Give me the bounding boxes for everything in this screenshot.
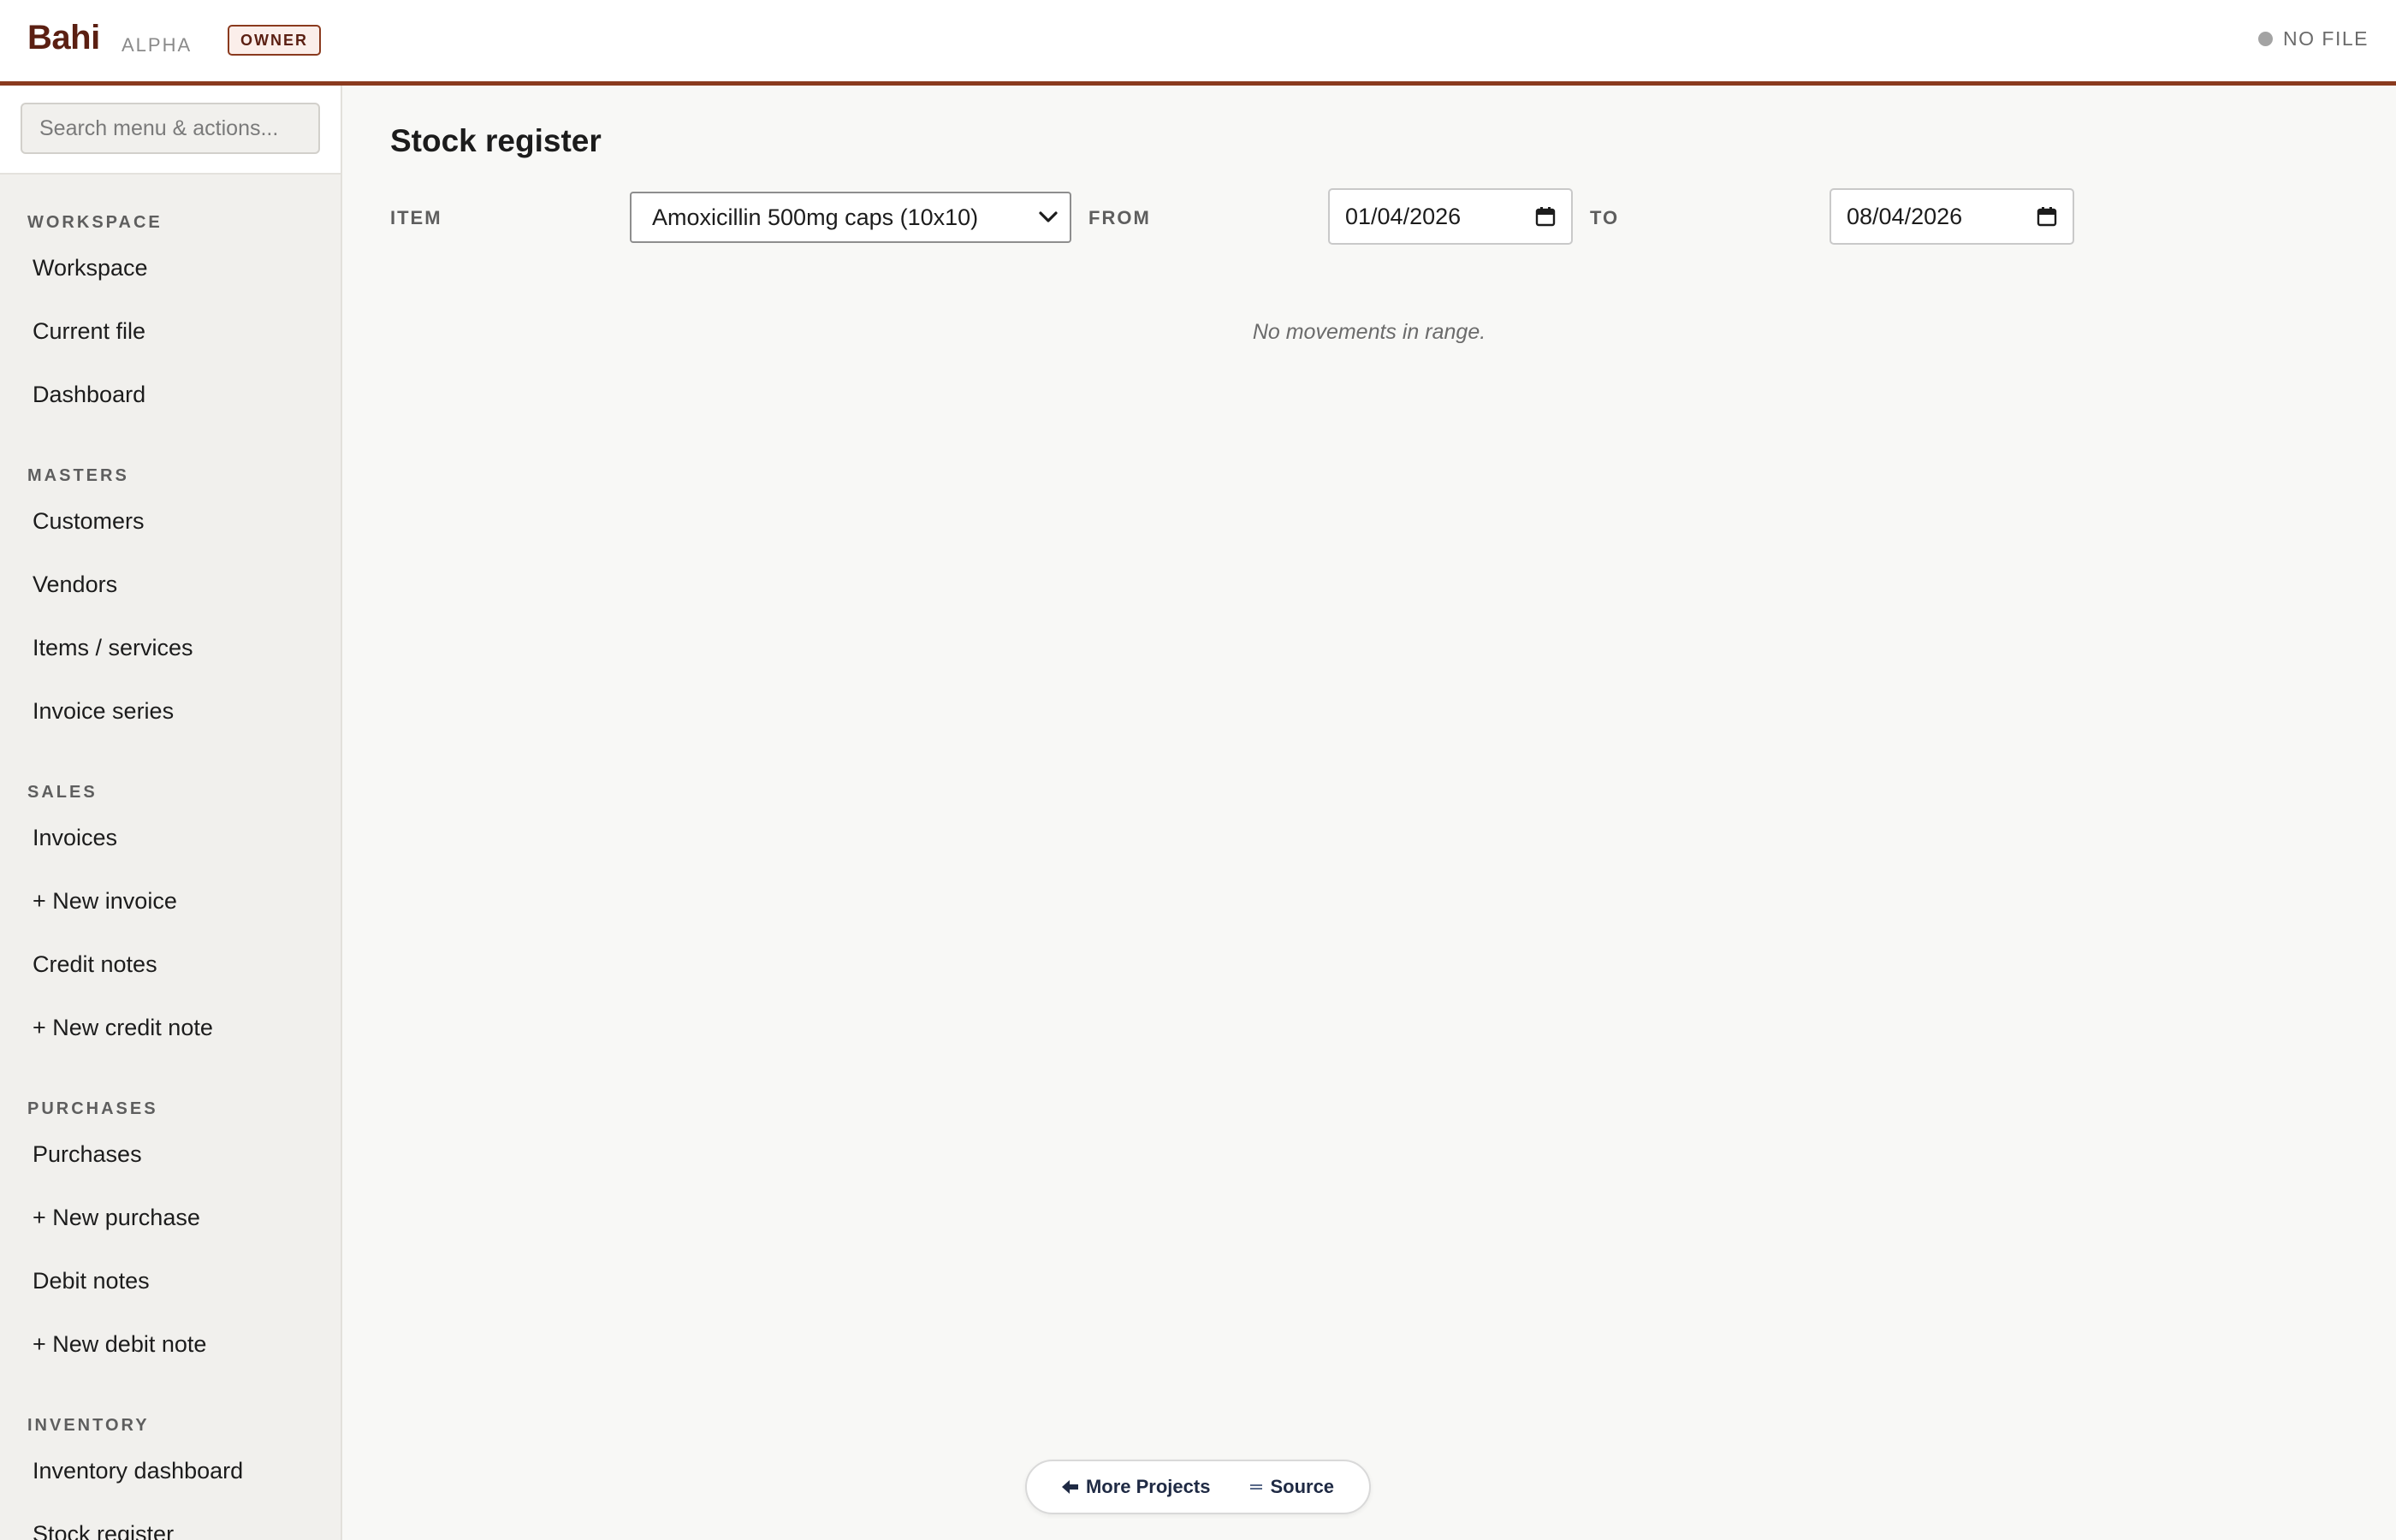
sidebar-item-workspace[interactable]: Workspace <box>0 236 341 299</box>
nav-section-inventory: INVENTORY <box>27 1416 150 1435</box>
status-dot-icon <box>2258 32 2274 46</box>
sidebar-item-new-credit-note[interactable]: + New credit note <box>0 996 341 1059</box>
item-filter-label: ITEM <box>390 207 442 228</box>
sidebar-item-vendors[interactable]: Vendors <box>0 553 341 616</box>
sidebar-item-debit-notes[interactable]: Debit notes <box>0 1249 341 1312</box>
sidebar-item-new-purchase[interactable]: + New purchase <box>0 1186 341 1249</box>
from-date-input[interactable]: 01/04/2026 <box>1328 188 1573 245</box>
sidebar-item-purchases[interactable]: Purchases <box>0 1122 341 1186</box>
sidebar-item-new-debit-note[interactable]: + New debit note <box>0 1312 341 1376</box>
nav-section-masters: MASTERS <box>27 466 129 485</box>
source-label: Source <box>1270 1476 1335 1497</box>
item-select-value: Amoxicillin 500mg caps (10x10) <box>652 204 979 230</box>
empty-state-message: No movements in range. <box>1252 320 1486 344</box>
footer-links: More Projects Source <box>1025 1460 1371 1514</box>
file-status-label: NO FILE <box>2283 27 2369 50</box>
sidebar-item-current-file[interactable]: Current file <box>0 299 341 363</box>
sidebar-item-stock-register[interactable]: Stock register <box>0 1502 341 1540</box>
sidebar-item-invoice-series[interactable]: Invoice series <box>0 679 341 743</box>
sidebar-item-dashboard[interactable]: Dashboard <box>0 363 341 426</box>
file-status[interactable]: NO FILE <box>2258 27 2369 50</box>
calendar-icon[interactable] <box>1535 206 1556 227</box>
app-logo[interactable]: Bahi <box>27 19 100 57</box>
from-filter-label: FROM <box>1088 207 1151 228</box>
sidebar-item-items-services[interactable]: Items / services <box>0 616 341 679</box>
to-date-input[interactable]: 08/04/2026 <box>1830 188 2074 245</box>
role-badge: OWNER <box>228 25 321 56</box>
to-filter-label: TO <box>1590 207 1620 228</box>
calendar-icon[interactable] <box>2037 206 2057 227</box>
sidebar-item-invoices[interactable]: Invoices <box>0 806 341 869</box>
more-projects-link[interactable]: More Projects <box>1061 1476 1211 1498</box>
main-content: Stock register ITEM Amoxicillin 500mg ca… <box>342 86 2396 1540</box>
to-date-value: 08/04/2026 <box>1847 203 1963 229</box>
nav-section-workspace: WORKSPACE <box>27 213 163 232</box>
sidebar-item-new-invoice[interactable]: + New invoice <box>0 869 341 933</box>
source-link[interactable]: Source <box>1249 1476 1334 1498</box>
sidebar-search-area <box>0 86 341 175</box>
from-date-value: 01/04/2026 <box>1345 203 1462 229</box>
sidebar-item-inventory-dashboard[interactable]: Inventory dashboard <box>0 1439 341 1502</box>
sidebar-item-credit-notes[interactable]: Credit notes <box>0 933 341 996</box>
sidebar: WORKSPACE Workspace Current file Dashboa… <box>0 86 342 1540</box>
nav-section-purchases: PURCHASES <box>27 1099 158 1118</box>
top-bar: Bahi ALPHA OWNER NO FILE <box>0 0 2396 86</box>
arrow-left-icon <box>1061 1480 1078 1494</box>
item-select[interactable]: Amoxicillin 500mg caps (10x10) <box>630 192 1071 243</box>
chevron-down-icon <box>1039 211 1058 222</box>
release-tag: ALPHA <box>122 34 193 56</box>
more-projects-label: More Projects <box>1085 1476 1211 1497</box>
page-title: Stock register <box>390 123 602 158</box>
menu-search-input[interactable] <box>21 103 320 154</box>
nav-section-sales: SALES <box>27 783 98 802</box>
code-icon <box>1250 1484 1263 1490</box>
sidebar-item-customers[interactable]: Customers <box>0 489 341 553</box>
